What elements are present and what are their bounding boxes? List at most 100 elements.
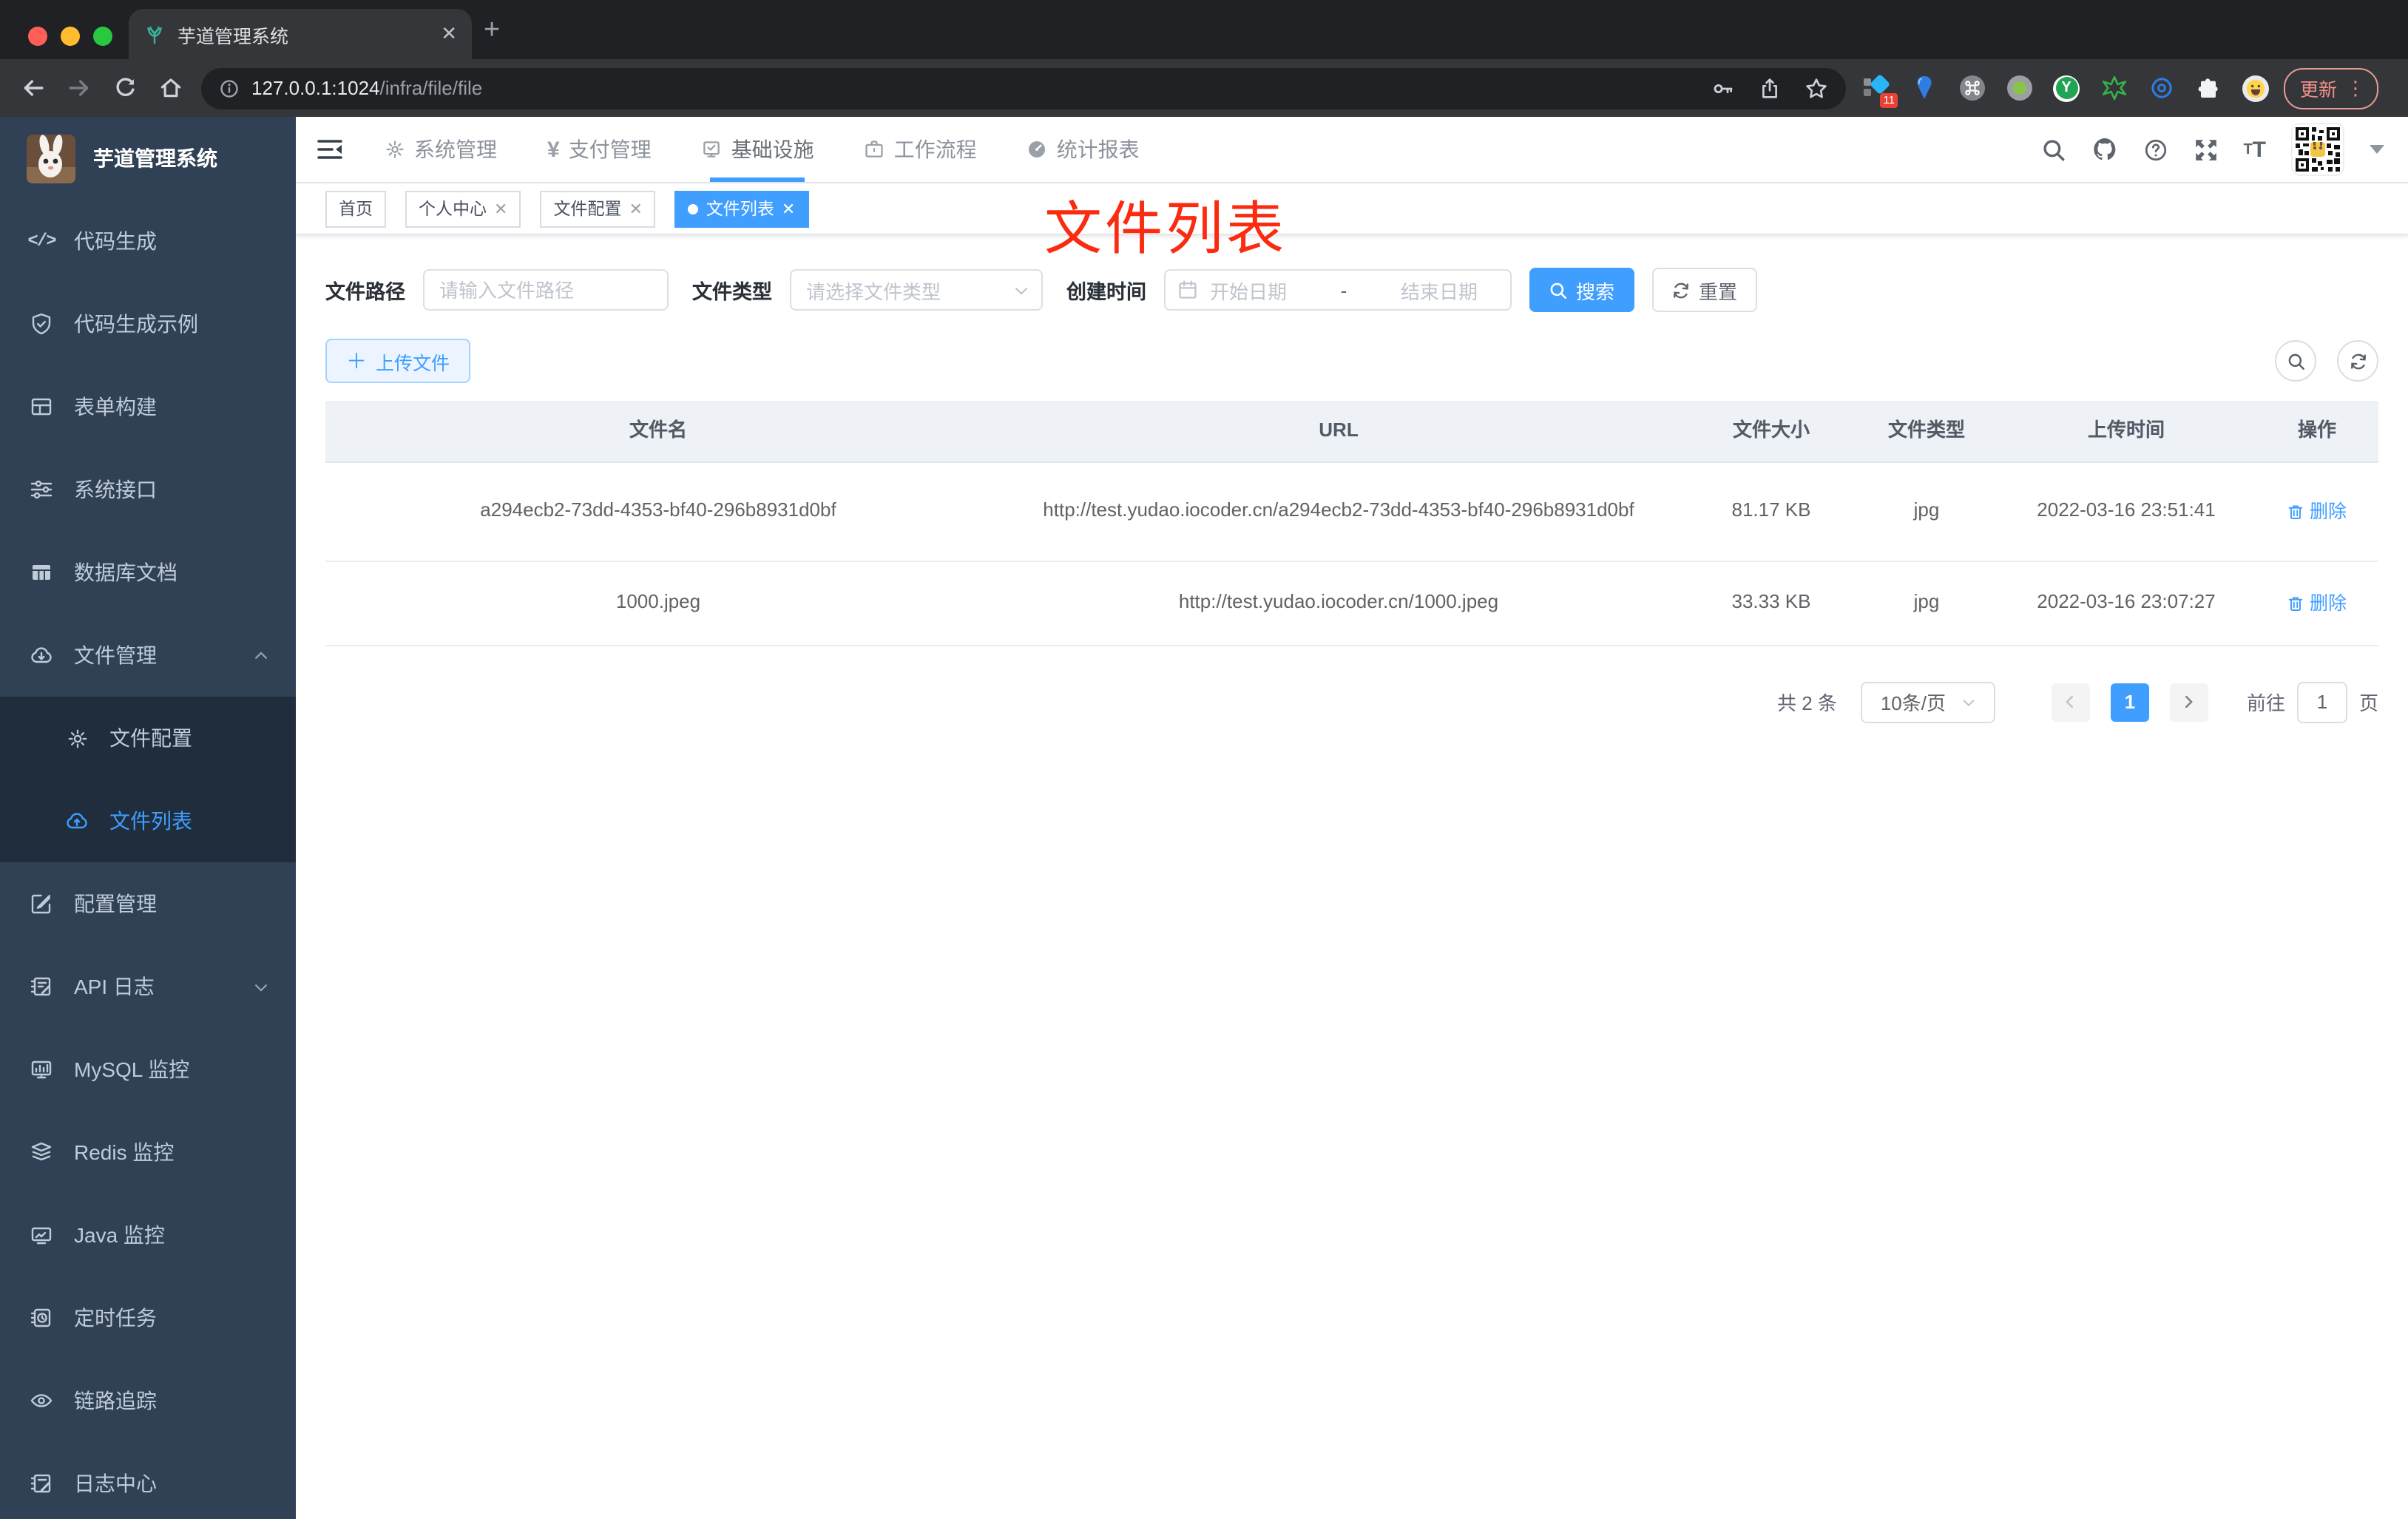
toggle-search-button[interactable] [2275,340,2316,382]
table-row[interactable]: a294ecb2-73dd-4353-bf40-296b8931d0bf htt… [325,463,2378,562]
extension-tabs-icon[interactable]: 11 [1864,72,1898,107]
home-button[interactable] [158,75,183,101]
nav-label: 统计报表 [1056,138,1140,161]
extension-graydot-icon[interactable] [2006,75,2032,101]
sidebar-item-api-log[interactable]: API 日志 [0,945,296,1028]
reload-button[interactable] [112,75,138,101]
goto-page-input[interactable] [2296,681,2347,723]
sidebar-item-scheduled-tasks[interactable]: 定时任务 [0,1276,296,1359]
cell-file-type: jpg [1913,590,1940,613]
back-button[interactable] [21,75,46,101]
help-icon[interactable] [2142,137,2168,162]
file-type-select[interactable]: 请选择文件类型 [790,269,1043,311]
forward-button[interactable] [67,75,92,101]
sidebar-item-label: 表单构建 [74,395,157,419]
sidebar-item-config-manage[interactable]: 配置管理 [0,862,296,945]
user-avatar-qr[interactable] [2291,123,2344,176]
github-icon[interactable] [2091,136,2117,163]
next-page-button[interactable] [2169,683,2208,722]
site-info-icon[interactable] [219,78,240,98]
sidebar-item-file-manage[interactable]: 文件管理 [0,614,296,697]
app-logo[interactable]: 芋道管理系统 [0,117,296,200]
cloud-upload-icon [65,809,89,833]
search-icon[interactable] [2040,137,2066,162]
password-key-icon[interactable] [1711,76,1735,100]
annotation-file-list: 文件列表 [1044,198,1288,262]
sidebar-item-form-builder[interactable]: 表单构建 [0,365,296,448]
sidebar-item-code-gen[interactable]: </> 代码生成 [0,200,296,283]
delete-label: 删除 [2309,501,2347,522]
file-path-input[interactable] [423,269,669,311]
nav-label: 基础设施 [731,138,814,161]
app-header: 系统管理 ¥ 支付管理 基础设施 工作流程 统计报表 T T [296,117,2408,183]
delete-button[interactable]: 删除 [2287,497,2347,527]
col-header-type: 文件类型 [1887,419,1965,441]
sidebar-item-log-center[interactable]: 日志中心 [0,1442,296,1519]
sidebar-item-label: 定时任务 [74,1306,157,1330]
table-row[interactable]: 1000.jpeg http://test.yudao.iocoder.cn/1… [325,562,2378,646]
nav-workflow[interactable]: 工作流程 [865,117,977,182]
col-header-action: 操作 [2297,419,2336,441]
tag-file-config[interactable]: 文件配置 ✕ [540,190,656,227]
sidebar-item-db-doc[interactable]: 数据库文档 [0,531,296,614]
close-icon[interactable]: ✕ [782,199,795,218]
extension-y-icon[interactable]: Y [2053,75,2080,101]
sidebar-item-tracing[interactable]: 链路追踪 [0,1359,296,1442]
reset-button[interactable]: 重置 [1652,268,1757,312]
delete-button[interactable]: 删除 [2287,589,2347,618]
new-tab-button[interactable]: + [484,15,500,47]
file-type-label: 文件类型 [692,281,772,303]
sidebar-item-label: 链路追踪 [74,1389,157,1413]
extension-balloon-icon[interactable] [1911,75,1938,101]
bookmark-star-icon[interactable] [1805,76,1828,100]
extension-eye-icon[interactable] [2148,75,2174,101]
sidebar-item-java-monitor[interactable]: Java 监控 [0,1194,296,1276]
tab-close-icon[interactable]: ✕ [441,22,457,46]
fullscreen-icon[interactable] [2193,137,2218,162]
address-bar[interactable]: 127.0.0.1:1024/infra/file/file [201,67,1846,109]
window-zoom-button[interactable] [93,27,112,46]
sidebar-collapse-icon[interactable] [317,138,343,161]
share-icon[interactable] [1759,76,1781,100]
window-minimize-button[interactable] [61,27,80,46]
close-icon[interactable]: ✕ [629,199,642,218]
nav-statistics[interactable]: 统计报表 [1027,117,1140,182]
extension-badge: 11 [1880,92,1898,107]
search-button[interactable]: 搜索 [1529,268,1634,312]
dashboard-icon [1027,139,1048,160]
page-number-current[interactable]: 1 [2110,683,2149,722]
browser-tab[interactable]: 芋道管理系统 ✕ [129,9,472,59]
tag-profile[interactable]: 个人中心 ✕ [405,190,521,227]
tag-file-list[interactable]: 文件列表 ✕ [674,190,809,227]
page-size-select[interactable]: 10条/页 [1860,681,1995,723]
extension-star-icon[interactable] [2100,75,2127,101]
extension-command-icon[interactable] [1958,75,1985,101]
tag-home[interactable]: 首页 [325,190,386,227]
nav-system-manage[interactable]: 系统管理 [385,117,497,182]
prev-page-button[interactable] [2051,683,2090,722]
avatar-caret-icon[interactable] [2370,145,2384,154]
upload-file-button[interactable]: ＋ 上传文件 [325,339,471,383]
nav-payment-manage[interactable]: ¥ 支付管理 [547,117,652,182]
browser-update-button[interactable]: 更新 ⋮ [2284,67,2379,109]
file-path-label: 文件路径 [325,281,405,303]
screen: 芋道管理系统 ✕ + 127.0.0.1:1024/infra/file/fil… [0,0,2408,1519]
cloud-download-icon [30,643,53,667]
sidebar-item-system-api[interactable]: 系统接口 [0,448,296,531]
extensions-puzzle-icon[interactable] [2195,75,2222,101]
sidebar-item-redis-monitor[interactable]: Redis 监控 [0,1111,296,1194]
browser-menu-icon[interactable]: ⋮ [2346,78,2365,98]
font-size-icon[interactable]: TT [2243,137,2266,162]
profile-avatar-emoji[interactable] [2242,75,2269,101]
close-icon[interactable]: ✕ [494,199,507,218]
sidebar-item-mysql-monitor[interactable]: MySQL 监控 [0,1028,296,1111]
date-range-picker[interactable]: 开始日期 - 结束日期 [1164,269,1512,311]
refresh-table-button[interactable] [2337,340,2378,382]
sidebar-item-file-config[interactable]: 文件配置 [0,697,296,779]
nav-infrastructure[interactable]: 基础设施 [702,117,814,182]
sidebar-item-code-demo[interactable]: 代码生成示例 [0,283,296,365]
monitor-chart-icon [30,1058,53,1081]
window-close-button[interactable] [28,27,47,46]
sidebar-item-file-list[interactable]: 文件列表 [0,779,296,862]
sidebar: 芋道管理系统 </> 代码生成 代码生成示例 表单构建 系统接口 数据库文档 文… [0,117,296,1519]
